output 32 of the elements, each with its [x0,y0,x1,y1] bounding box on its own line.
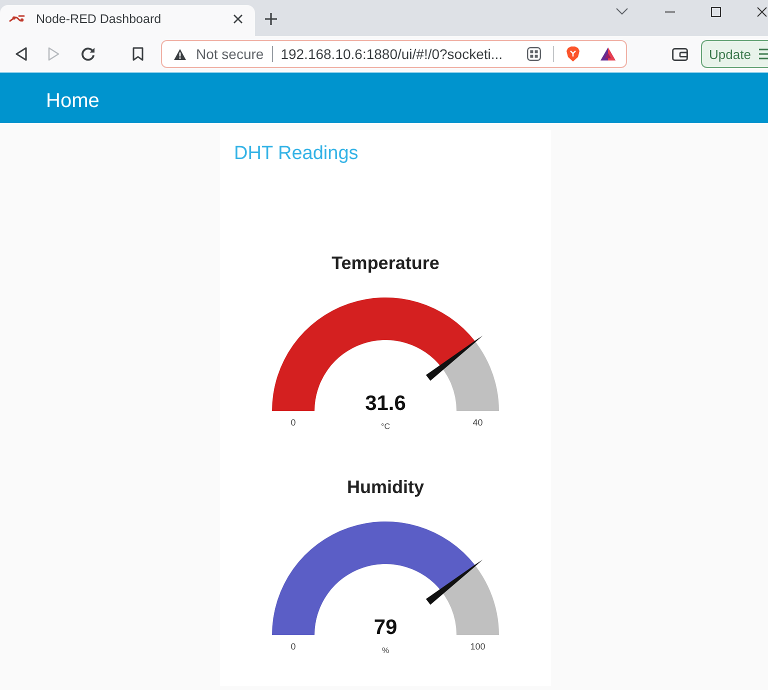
security-indicator[interactable]: Not secure [196,46,264,62]
group-title: DHT Readings [233,142,358,166]
reload-icon[interactable] [81,47,95,61]
close-icon[interactable] [233,14,243,24]
grid-icon[interactable] [527,47,541,61]
gauge-max-label: 100 [470,642,486,652]
shield-icon[interactable] [566,46,580,62]
address-url[interactable]: 192.168.10.6:1880/ui/#!/0?socketi... [280,46,503,62]
gauge-max-label: 40 [472,418,483,428]
triangle-icon[interactable] [600,47,616,61]
gauge-min-label: 0 [290,418,296,428]
back-icon[interactable] [15,47,27,61]
address-bar[interactable]: Not secure 192.168.10.6:1880/ui/#!/0?socketi... [161,40,627,68]
minimize-icon[interactable] [665,10,675,12]
page-title: Home [46,90,100,112]
menu-icon[interactable] [758,48,768,60]
gauge-value: 79 [374,616,398,639]
wallet-icon[interactable] [672,48,688,60]
plus-icon[interactable] [265,13,277,25]
maximize-icon[interactable] [711,6,721,16]
gauge-unit: °C [381,422,390,431]
gauge-min-label: 0 [290,642,296,652]
bookmark-icon[interactable] [132,47,144,61]
close-icon[interactable] [757,6,767,16]
gauge-title: Humidity [346,476,424,499]
warning-icon[interactable] [174,48,186,60]
browser-tab[interactable]: Node-RED Dashboard [0,5,255,36]
gauge-value: 31.6 [365,392,406,415]
gauge-unit: % [382,646,390,655]
update-button[interactable]: Update [701,40,768,68]
chevron-down-icon[interactable] [616,8,628,15]
gauge-title: Temperature [332,252,440,275]
